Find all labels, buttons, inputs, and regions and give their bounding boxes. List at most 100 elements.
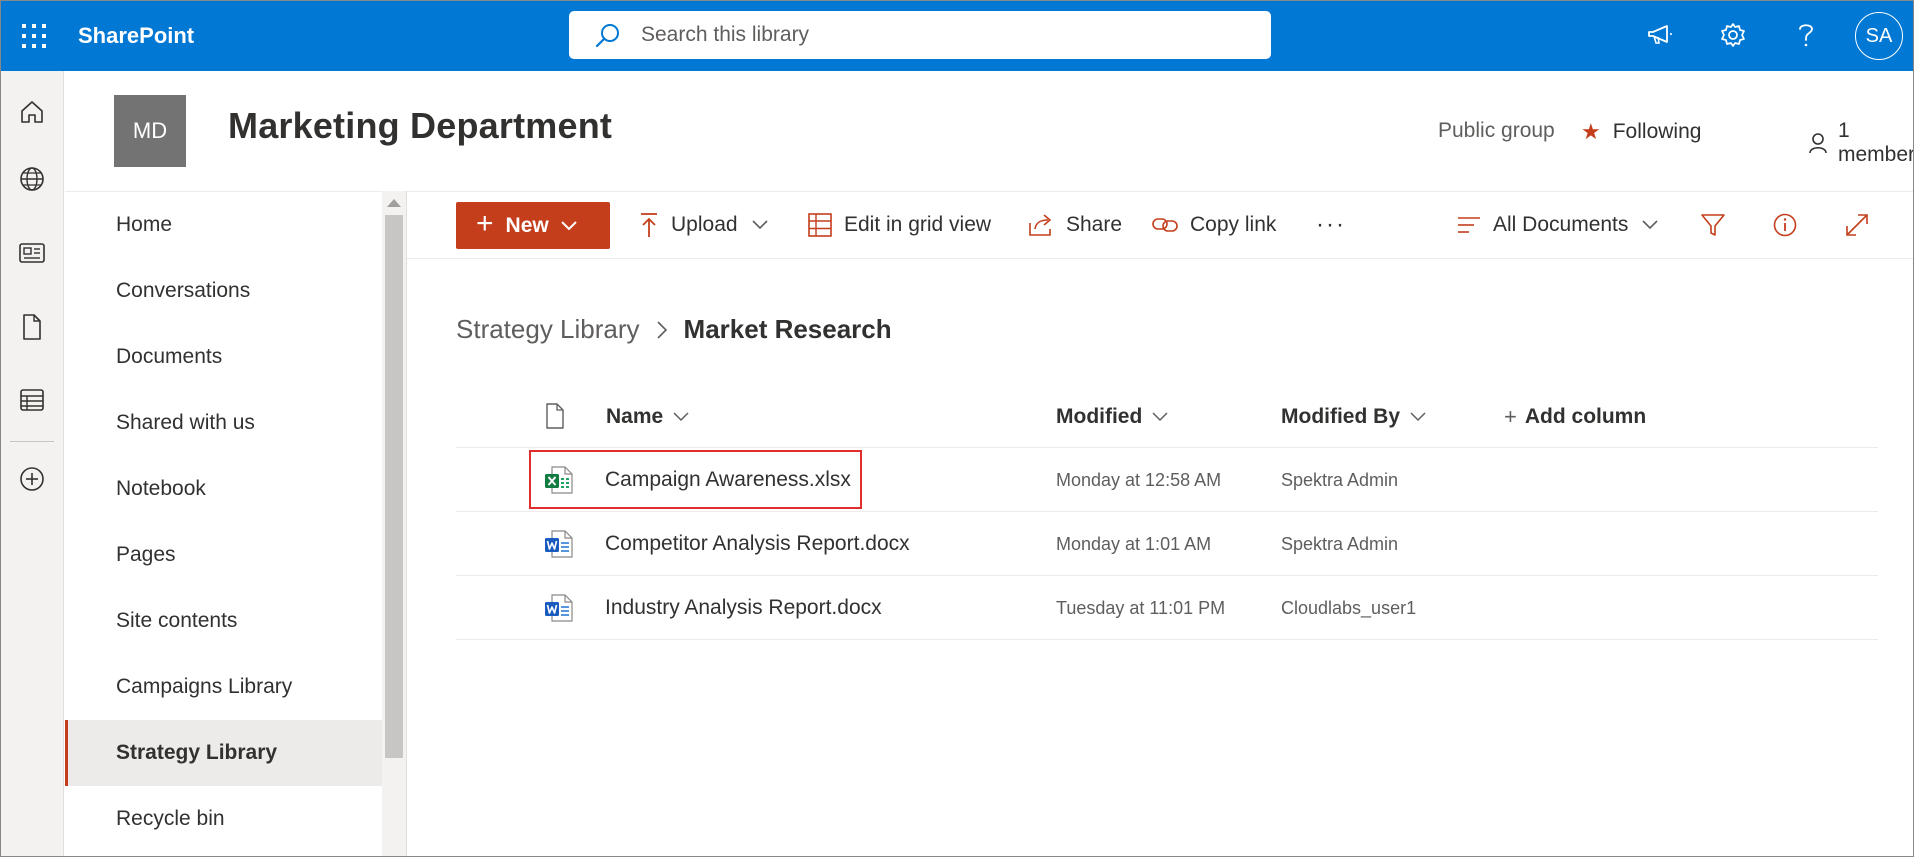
copy-link-button[interactable]: Copy link	[1152, 192, 1276, 258]
nav-item-label: Campaigns Library	[116, 675, 293, 698]
column-label: Name	[606, 405, 664, 428]
view-lines-icon	[1457, 216, 1493, 234]
more-icon: ···	[1316, 211, 1346, 238]
link-icon	[1152, 216, 1190, 234]
search-box[interactable]	[569, 11, 1271, 59]
nav-item-label: Conversations	[116, 279, 251, 302]
gear-icon[interactable]	[1709, 11, 1757, 59]
add-column-button[interactable]: + Add column	[1504, 386, 1646, 448]
table-row[interactable]: Industry Analysis Report.docx Tuesday at…	[456, 576, 1878, 640]
filter-icon[interactable]	[1689, 201, 1737, 249]
nav-item-pages[interactable]: Pages	[65, 522, 382, 588]
chevron-down-icon	[1642, 220, 1670, 230]
search-icon	[595, 22, 621, 48]
file-modified-by[interactable]: Spektra Admin	[1281, 448, 1398, 512]
breadcrumb-current[interactable]: Market Research	[684, 314, 892, 345]
excel-file-icon	[544, 465, 574, 495]
new-button[interactable]: + New	[456, 202, 610, 249]
waffle-icon[interactable]	[10, 12, 58, 60]
chevron-down-icon	[663, 412, 689, 422]
app-name[interactable]: SharePoint	[78, 0, 194, 71]
plus-icon: +	[476, 207, 494, 240]
view-selector[interactable]: All Documents	[1457, 192, 1670, 258]
following-label: Following	[1612, 120, 1702, 143]
nav-item-home[interactable]: Home	[65, 192, 382, 258]
grid-icon	[808, 213, 844, 237]
nav-item-notebook[interactable]: Notebook	[65, 456, 382, 522]
left-navigation: Home Conversations Documents Shared with…	[65, 191, 382, 857]
word-file-icon	[544, 529, 574, 559]
member-count-label: 1 member	[1838, 119, 1914, 166]
file-modified: Tuesday at 11:01 PM	[1056, 597, 1226, 618]
file-modified-by[interactable]: Cloudlabs_user1	[1281, 576, 1416, 640]
user-avatar[interactable]: SA	[1855, 12, 1903, 60]
site-logo[interactable]: MD	[114, 95, 186, 167]
file-modified: Monday at 1:01 AM	[1056, 533, 1212, 554]
nav-item-label: Shared with us	[116, 411, 255, 434]
new-button-label: New	[505, 213, 549, 237]
column-header-name[interactable]: Name	[606, 386, 689, 448]
file-icon[interactable]	[8, 303, 56, 351]
expand-icon[interactable]	[1833, 201, 1881, 249]
plus-icon: +	[1504, 404, 1517, 429]
file-name[interactable]: Competitor Analysis Report.docx	[605, 512, 910, 576]
edit-grid-view-button[interactable]: Edit in grid view	[808, 192, 991, 258]
suite-bar: SharePoint SA	[0, 0, 1914, 71]
share-icon	[1028, 213, 1066, 237]
list-icon[interactable]	[8, 376, 56, 424]
nav-item-label: Notebook	[116, 477, 206, 500]
share-button[interactable]: Share	[1028, 192, 1122, 258]
info-icon[interactable]	[1761, 201, 1809, 249]
file-modified-by[interactable]: Spektra Admin	[1281, 512, 1398, 576]
nav-divider	[406, 191, 407, 857]
members-button[interactable]: 1 member	[1808, 119, 1914, 167]
file-name[interactable]: Campaign Awareness.xlsx	[605, 448, 851, 512]
nav-item-label: Strategy Library	[116, 741, 278, 764]
upload-icon	[639, 212, 671, 238]
search-input[interactable]	[641, 23, 1241, 47]
file-modified: Monday at 12:58 AM	[1056, 469, 1222, 490]
copy-link-label: Copy link	[1190, 213, 1277, 236]
create-icon[interactable]	[8, 455, 56, 503]
word-file-icon	[544, 593, 574, 623]
column-header-modified-by[interactable]: Modified By	[1281, 386, 1426, 448]
nav-item-label: Pages	[116, 543, 176, 566]
scroll-up-arrow[interactable]	[387, 199, 401, 207]
chevron-down-icon	[1142, 412, 1168, 422]
home-icon[interactable]	[8, 88, 56, 136]
nav-item-shared-with-us[interactable]: Shared with us	[65, 390, 382, 456]
globe-icon[interactable]	[8, 155, 56, 203]
more-options-button[interactable]: ···	[1316, 192, 1346, 258]
file-name[interactable]: Industry Analysis Report.docx	[605, 576, 882, 640]
person-icon	[1808, 132, 1838, 154]
nav-item-recycle-bin[interactable]: Recycle bin	[65, 786, 382, 852]
nav-item-label: Recycle bin	[116, 807, 225, 830]
column-header-modified[interactable]: Modified	[1056, 386, 1168, 448]
nav-item-label: Site contents	[116, 609, 238, 632]
following-button[interactable]: ★ Following	[1581, 119, 1701, 145]
help-icon[interactable]	[1782, 11, 1830, 59]
star-icon: ★	[1581, 119, 1601, 144]
nav-item-documents[interactable]: Documents	[65, 324, 382, 390]
nav-item-site-contents[interactable]: Site contents	[65, 588, 382, 654]
nav-scrollbar[interactable]	[382, 191, 406, 857]
nav-item-conversations[interactable]: Conversations	[65, 258, 382, 324]
nav-item-campaigns-library[interactable]: Campaigns Library	[65, 654, 382, 720]
edit-grid-view-label: Edit in grid view	[844, 213, 992, 236]
megaphone-icon[interactable]	[1636, 11, 1684, 59]
table-row[interactable]: Competitor Analysis Report.docx Monday a…	[456, 512, 1878, 576]
upload-button[interactable]: Upload	[639, 192, 780, 258]
nav-item-label: Documents	[116, 345, 223, 368]
table-row[interactable]: Campaign Awareness.xlsx Monday at 12:58 …	[456, 448, 1878, 512]
site-header: MD Marketing Department Public group ★ F…	[65, 71, 1914, 191]
nav-item-strategy-library[interactable]: Strategy Library	[65, 720, 382, 786]
command-bar: + New Upload Edit in grid view Share Cop…	[407, 191, 1914, 259]
upload-label: Upload	[671, 213, 738, 236]
scrollbar-thumb[interactable]	[385, 215, 403, 758]
breadcrumb-parent[interactable]: Strategy Library	[456, 314, 640, 345]
site-title[interactable]: Marketing Department	[228, 105, 612, 147]
news-icon[interactable]	[8, 229, 56, 277]
document-list: Name Modified Modified By + Add column C…	[456, 386, 1878, 640]
group-type-label: Public group	[1438, 119, 1555, 142]
file-type-icon[interactable]	[545, 403, 565, 429]
